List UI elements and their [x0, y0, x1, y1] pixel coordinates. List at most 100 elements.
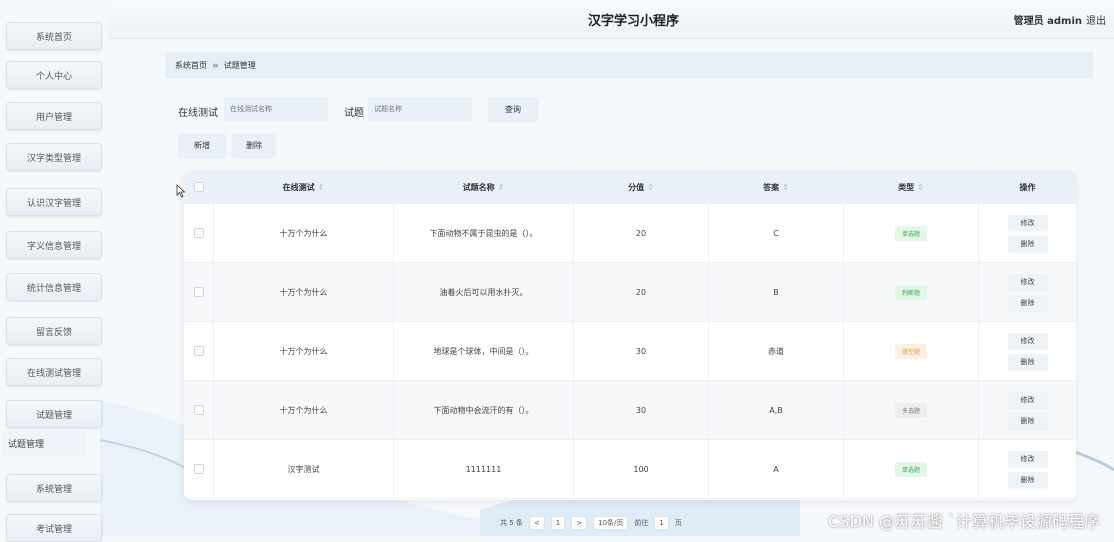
cell-question: 下面动物不属于昆虫的是（）。 — [394, 204, 574, 263]
question-search-input[interactable] — [368, 97, 472, 121]
sidebar-item-label: 个人中心 — [35, 71, 72, 82]
cell-question: 地球是个球体，中间是（）。 — [394, 322, 574, 381]
cell-test: 十万个为什么 — [214, 381, 394, 440]
cell-type: 多选题 — [844, 381, 979, 440]
sidebar-item-profile[interactable]: 个人中心 — [6, 61, 102, 89]
sidebar-item-label: 字义信息管理 — [26, 241, 81, 252]
query-button[interactable]: 查询 — [488, 97, 538, 121]
cell-answer: C — [709, 204, 844, 263]
edit-button[interactable]: 修改 — [1007, 214, 1048, 231]
cell-score: 30 — [574, 322, 709, 381]
cell-test: 十万个为什么 — [214, 322, 394, 381]
edit-button[interactable]: 修改 — [1007, 391, 1048, 408]
header-score[interactable]: 分值 ⇕ — [574, 170, 709, 204]
sidebar-item-label: 认识汉字管理 — [26, 198, 81, 209]
edit-button[interactable]: 修改 — [1007, 332, 1048, 349]
edit-button[interactable]: 修改 — [1007, 273, 1048, 290]
cell-answer: A — [709, 440, 844, 499]
cell-actions: 修改 删除 — [979, 322, 1076, 381]
row-checkbox[interactable] — [193, 405, 204, 415]
pagination: 共 5 条 < 1 > 10条/页 前往 1 页 — [500, 516, 682, 530]
add-button[interactable]: 新增 — [178, 133, 226, 157]
sidebar-item-exams[interactable]: 考试管理 — [6, 514, 102, 542]
row-checkbox[interactable] — [193, 287, 204, 297]
sort-icon: ⇕ — [497, 182, 505, 192]
sidebar-item-questions[interactable]: 试题管理 — [6, 400, 102, 428]
top-header: 汉字学习小程序 管理员 admin 退出 — [108, 0, 1114, 39]
sidebar-item-label: 系统管理 — [35, 484, 72, 495]
cell-score: 20 — [574, 263, 709, 322]
sort-icon: ⇕ — [782, 182, 789, 192]
cell-type: 单选题 — [844, 440, 979, 499]
cell-score: 30 — [574, 381, 709, 440]
sort-icon: ⇕ — [917, 182, 924, 192]
header-label: 分值 — [628, 182, 645, 192]
test-search-input[interactable] — [224, 97, 328, 121]
delete-button[interactable]: 删除 — [1007, 353, 1048, 370]
mouse-cursor-icon — [176, 184, 186, 198]
row-checkbox[interactable] — [193, 228, 204, 238]
cell-question: 油着火后可以用水扑灭。 — [394, 263, 574, 322]
cell-type: 判断题 — [844, 263, 979, 322]
sidebar-item-char-types[interactable]: 汉字类型管理 — [6, 143, 102, 171]
prev-page-button[interactable]: < — [528, 516, 545, 530]
cell-actions: 修改 删除 — [979, 381, 1076, 440]
sidebar-item-online-tests[interactable]: 在线测试管理 — [6, 358, 102, 386]
header-label: 试题名称 — [462, 182, 495, 192]
type-badge: 填空题 — [894, 343, 927, 359]
cell-question: 下面动物中会流汗的有（）。 — [394, 381, 574, 440]
sidebar-item-learn-chars[interactable]: 认识汉字管理 — [6, 188, 102, 216]
logout-link[interactable]: 退出 — [1086, 16, 1106, 27]
select-all-checkbox[interactable] — [193, 182, 204, 192]
batch-delete-button[interactable]: 删除 — [232, 133, 276, 157]
edit-button[interactable]: 修改 — [1007, 450, 1048, 467]
table-row: 十万个为什么 下面动物不属于昆虫的是（）。 20 C 单选题 修改 删除 — [184, 204, 1076, 263]
sidebar-item-users[interactable]: 用户管理 — [6, 102, 102, 130]
row-select-cell — [184, 263, 214, 322]
next-page-button[interactable]: > — [571, 516, 588, 530]
cell-test: 汉字测试 — [214, 440, 394, 499]
sidebar-item-system[interactable]: 系统管理 — [6, 474, 102, 502]
page-unit-label: 页 — [674, 519, 682, 527]
sidebar-item-label: 考试管理 — [35, 524, 72, 535]
cell-answer: A,B — [709, 381, 844, 440]
delete-button[interactable]: 删除 — [1007, 412, 1048, 429]
sidebar-item-meanings[interactable]: 字义信息管理 — [6, 231, 102, 259]
delete-button[interactable]: 删除 — [1007, 294, 1048, 311]
breadcrumb-home[interactable]: 系统首页 — [175, 60, 207, 71]
cell-actions: 修改 删除 — [979, 204, 1076, 263]
page-size-select[interactable]: 10条/页 — [593, 516, 629, 530]
cell-actions: 修改 删除 — [979, 263, 1076, 322]
header-question[interactable]: 试题名称 ⇕ — [394, 170, 574, 204]
delete-button[interactable]: 删除 — [1007, 471, 1048, 488]
row-select-cell — [184, 204, 214, 263]
cell-question: 1111111 — [394, 440, 574, 499]
sidebar-subitem-questions[interactable]: 试题管理 — [2, 430, 86, 456]
cell-score: 20 — [574, 204, 709, 263]
admin-username: 管理员 admin — [1013, 16, 1082, 27]
breadcrumb: 系统首页 ≡ 试题管理 — [165, 52, 1093, 78]
sidebar-item-feedback[interactable]: 留言反馈 — [6, 317, 102, 345]
app-title: 汉字学习小程序 — [588, 14, 680, 29]
cell-test: 十万个为什么 — [214, 204, 394, 263]
sidebar-item-statistics[interactable]: 统计信息管理 — [6, 273, 102, 301]
header-label: 类型 — [898, 182, 915, 192]
header-test[interactable]: 在线测试 ⇕ — [214, 170, 394, 204]
user-info: 管理员 admin 退出 — [1014, 12, 1106, 27]
sidebar-item-label: 试题管理 — [35, 410, 72, 421]
header-answer[interactable]: 答案 ⇕ — [709, 170, 844, 204]
header-type[interactable]: 类型 ⇕ — [844, 170, 979, 204]
table-row: 十万个为什么 下面动物中会流汗的有（）。 30 A,B 多选题 修改删除 — [184, 381, 1076, 440]
sidebar-item-label: 在线测试管理 — [26, 368, 81, 379]
delete-button[interactable]: 删除 — [1007, 235, 1048, 252]
sidebar-subitem-label: 试题管理 — [8, 439, 45, 450]
current-page-number[interactable]: 1 — [550, 516, 566, 530]
cell-test: 十万个为什么 — [214, 263, 394, 322]
row-checkbox[interactable] — [193, 464, 204, 474]
cell-answer: B — [709, 263, 844, 322]
total-count: 共 5 条 — [500, 519, 523, 527]
sidebar-item-home[interactable]: 系统首页 — [6, 22, 102, 50]
goto-page-input[interactable]: 1 — [654, 516, 669, 530]
row-checkbox[interactable] — [193, 346, 204, 356]
csdn-watermark: CSDN @苏苏酱 `计算机毕设源码程序 — [828, 512, 1100, 531]
